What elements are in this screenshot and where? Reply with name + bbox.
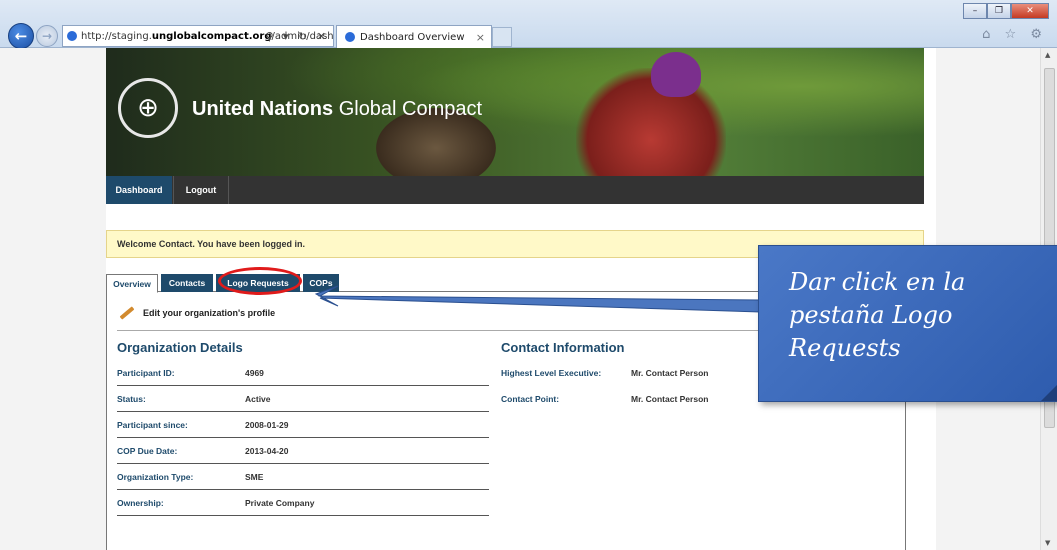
tab-title: Dashboard Overview	[360, 31, 465, 43]
contact-row: Highest Level Executive: Mr. Contact Per…	[501, 360, 801, 386]
detail-value: 2013-04-20	[245, 446, 289, 456]
detail-key: Participant ID:	[117, 368, 175, 378]
callout-text: Dar click en la pestaña Logo Requests	[789, 268, 966, 362]
edit-profile-link[interactable]: Edit your organization's profile	[117, 304, 275, 322]
main-nav: Dashboard Logout	[106, 176, 924, 204]
scroll-up-icon[interactable]: ▲	[1045, 51, 1050, 59]
highlight-ellipse	[218, 267, 302, 295]
restore-button[interactable]: ❐	[987, 3, 1011, 19]
page-icon	[67, 31, 77, 41]
detail-row: Participant ID: 4969	[117, 360, 489, 386]
scroll-down-icon[interactable]: ▼	[1045, 539, 1050, 547]
detail-value: 4969	[245, 368, 264, 378]
address-tools[interactable]: ⚲ ▾ ↻ ✕	[265, 30, 329, 43]
back-arrow-icon: ←	[14, 27, 28, 45]
detail-value: SME	[245, 472, 264, 482]
nav-dashboard[interactable]: Dashboard	[106, 176, 172, 204]
globe-icon: ⊕	[137, 93, 159, 123]
tab-page-icon	[345, 32, 355, 42]
contact-information-title: Contact Information	[501, 340, 625, 355]
detail-value: Active	[245, 394, 271, 404]
brand-title: United Nations Global Compact	[192, 98, 483, 120]
tab-cops[interactable]: COPs	[303, 274, 339, 292]
tab-contacts[interactable]: Contacts	[161, 274, 213, 292]
contact-value: Mr. Contact Person	[631, 368, 709, 378]
banner-photo-head	[651, 52, 701, 97]
contact-row: Contact Point: Mr. Contact Person	[501, 386, 801, 412]
tab-overview[interactable]: Overview	[106, 274, 158, 293]
global-compact-logo[interactable]: ⊕	[118, 78, 178, 138]
detail-key: Ownership:	[117, 498, 164, 508]
browser-tab[interactable]: Dashboard Overview ×	[336, 25, 492, 48]
tab-close-icon[interactable]: ×	[476, 31, 485, 44]
address-bar[interactable]: http://staging.unglobalcompact.org/admin…	[62, 25, 334, 47]
pencil-icon	[117, 304, 135, 322]
detail-value: Private Company	[245, 498, 315, 508]
browser-chrome: ← → http://staging.unglobalcompact.org/a…	[0, 0, 1057, 49]
edit-profile-label: Edit your organization's profile	[143, 308, 276, 318]
organization-details-title: Organization Details	[117, 340, 243, 355]
detail-key: COP Due Date:	[117, 446, 178, 456]
header-banner: ⊕ United Nations Global Compact	[106, 48, 924, 176]
contact-key: Contact Point:	[501, 394, 560, 404]
instruction-callout: Dar click en la pestaña Logo Requests	[758, 245, 1057, 402]
detail-key: Organization Type:	[117, 472, 194, 482]
detail-key: Participant since:	[117, 420, 188, 430]
home-favorites-tools-icons[interactable]: ⌂ ☆ ⚙	[982, 27, 1047, 42]
page-gutter-left	[0, 48, 106, 550]
forward-button[interactable]: →	[36, 25, 58, 47]
window-controls: – ❐ ✕	[963, 3, 1049, 19]
detail-row: Status: Active	[117, 386, 489, 412]
contact-key: Highest Level Executive:	[501, 368, 602, 378]
nav-logout[interactable]: Logout	[173, 176, 229, 204]
detail-row: Organization Type: SME	[117, 464, 489, 490]
detail-row: Participant since: 2008-01-29	[117, 412, 489, 438]
callout-fold	[1041, 385, 1057, 401]
contact-value: Mr. Contact Person	[631, 394, 709, 404]
detail-row: COP Due Date: 2013-04-20	[117, 438, 489, 464]
detail-key: Status:	[117, 394, 146, 404]
minimize-button[interactable]: –	[963, 3, 987, 19]
detail-value: 2008-01-29	[245, 420, 289, 430]
detail-row: Ownership: Private Company	[117, 490, 489, 516]
close-window-button[interactable]: ✕	[1011, 3, 1049, 19]
forward-arrow-icon: →	[41, 29, 53, 43]
new-tab-button[interactable]	[492, 27, 512, 47]
back-button[interactable]: ←	[8, 23, 34, 49]
